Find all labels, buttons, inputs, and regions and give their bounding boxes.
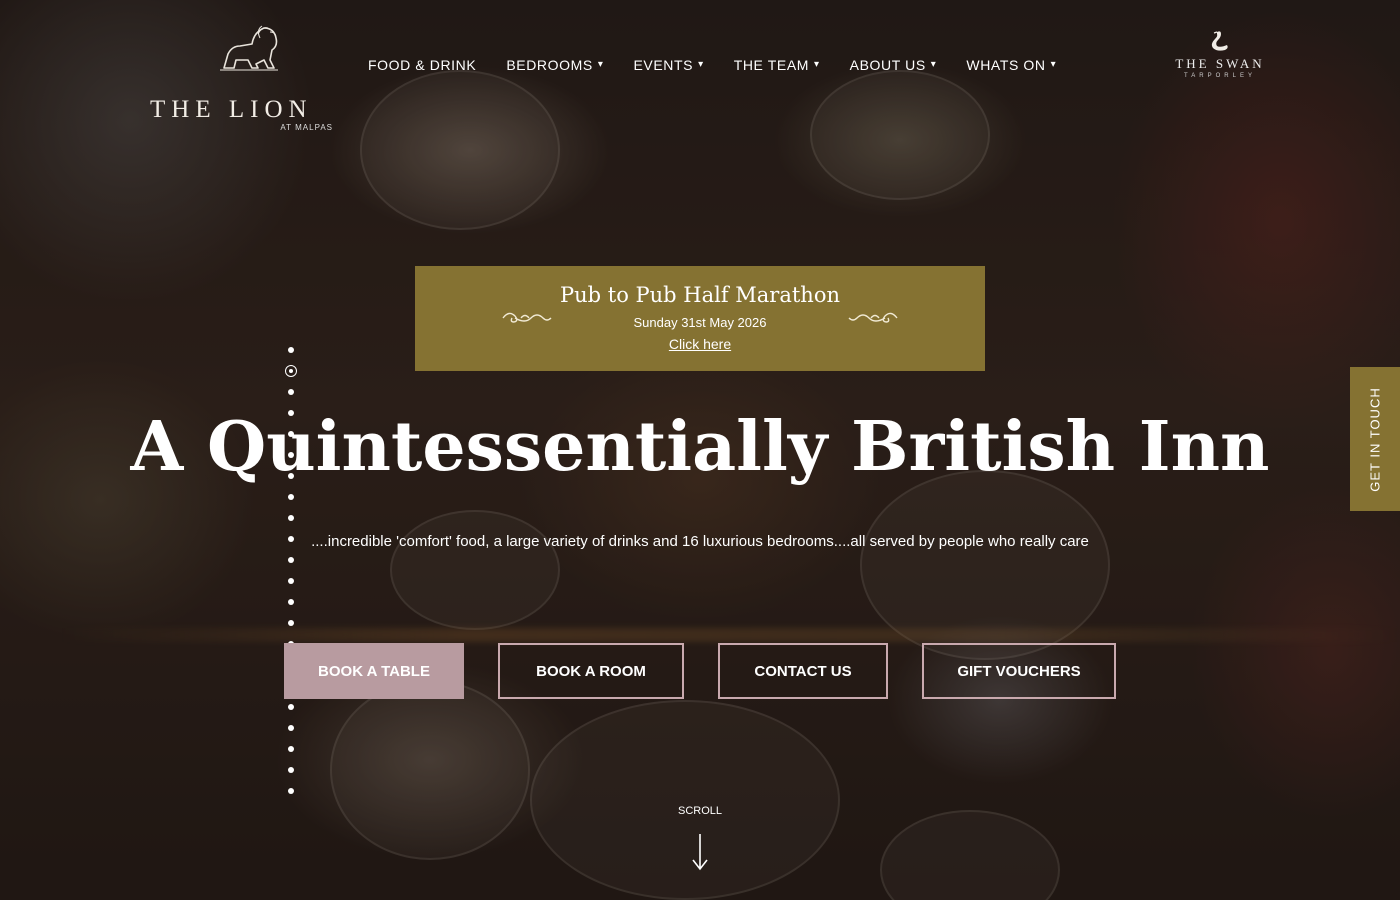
swan-brand-location: TARPORLEY — [1184, 73, 1256, 79]
slide-dot[interactable] — [288, 578, 294, 584]
slide-dot[interactable] — [288, 599, 294, 605]
get-in-touch-label: GET IN TOUCH — [1367, 386, 1383, 492]
nav-bedrooms[interactable]: BEDROOMS ▾ — [506, 56, 603, 74]
lion-brand-location: AT MALPAS — [280, 123, 333, 132]
chevron-down-icon: ▾ — [1050, 59, 1057, 70]
chevron-down-icon: ▾ — [698, 59, 704, 70]
slide-dot[interactable] — [288, 704, 294, 710]
nav-whats-on[interactable]: WHATS ON ▾ — [966, 56, 1056, 74]
button-label: BOOK A ROOM — [536, 662, 646, 680]
gift-vouchers-button[interactable]: GIFT VOUCHERS — [922, 643, 1116, 699]
slide-dot[interactable] — [288, 620, 294, 626]
nav-events[interactable]: EVENTS ▾ — [633, 56, 703, 74]
lion-logo[interactable]: THE LION AT MALPAS — [150, 24, 335, 132]
slide-dot[interactable] — [288, 746, 294, 752]
nav-the-team[interactable]: THE TEAM ▾ — [734, 56, 820, 74]
nav-about-us[interactable]: ABOUT US ▾ — [850, 56, 937, 74]
button-label: CONTACT US — [754, 662, 852, 680]
slide-dot[interactable] — [288, 347, 294, 353]
slide-dot[interactable] — [288, 557, 294, 563]
chevron-down-icon: ▾ — [814, 59, 820, 70]
event-click-here-link[interactable]: Click here — [669, 336, 731, 352]
get-in-touch-tab[interactable]: GET IN TOUCH — [1350, 367, 1400, 511]
main-nav: FOOD & DRINK BEDROOMS ▾ EVENTS ▾ THE TEA… — [368, 56, 1086, 74]
hero-subtitle: ....incredible 'comfort' food, a large v… — [311, 533, 1089, 550]
slide-dot[interactable] — [288, 788, 294, 794]
button-label: GIFT VOUCHERS — [957, 662, 1081, 680]
arrow-down-icon[interactable] — [690, 832, 710, 872]
event-title: Pub to Pub Half Marathon — [559, 283, 840, 307]
nav-label: ABOUT US — [849, 57, 926, 73]
nav-label: BEDROOMS — [506, 57, 593, 73]
slide-dot[interactable] — [288, 725, 294, 731]
ornament-flourish-icon — [848, 312, 898, 323]
book-a-room-button[interactable]: BOOK A ROOM — [498, 643, 684, 699]
nav-label: FOOD & DRINK — [368, 57, 477, 73]
event-banner: Pub to Pub Half Marathon Sunday 31st May… — [415, 266, 985, 371]
scroll-label: SCROLL — [677, 805, 723, 817]
nav-label: WHATS ON — [966, 57, 1046, 73]
nav-label: EVENTS — [633, 57, 694, 73]
ornament-flourish-icon — [502, 312, 552, 323]
lion-brand-name: THE LION — [150, 96, 313, 123]
slide-dot[interactable] — [288, 515, 294, 521]
book-a-table-button[interactable]: BOOK A TABLE — [284, 643, 464, 699]
chevron-down-icon: ▾ — [930, 59, 937, 70]
swan-brand-name: THE SWAN — [1175, 56, 1265, 71]
slide-dot[interactable] — [288, 767, 294, 773]
nav-label: THE TEAM — [733, 57, 810, 73]
hero-title: A Quintessentially British Inn — [130, 407, 1270, 487]
chevron-down-icon: ▾ — [597, 59, 604, 70]
button-label: BOOK A TABLE — [318, 662, 430, 680]
slide-dot[interactable] — [288, 389, 294, 395]
slide-dot[interactable] — [288, 494, 294, 500]
swan-logo[interactable]: THE SWAN TARPORLEY — [1168, 28, 1272, 84]
contact-us-button[interactable]: CONTACT US — [718, 643, 888, 699]
lion-icon — [220, 25, 278, 71]
swan-icon — [1211, 31, 1228, 51]
nav-food-drink[interactable]: FOOD & DRINK — [368, 56, 476, 74]
slide-dot[interactable] — [285, 365, 297, 377]
